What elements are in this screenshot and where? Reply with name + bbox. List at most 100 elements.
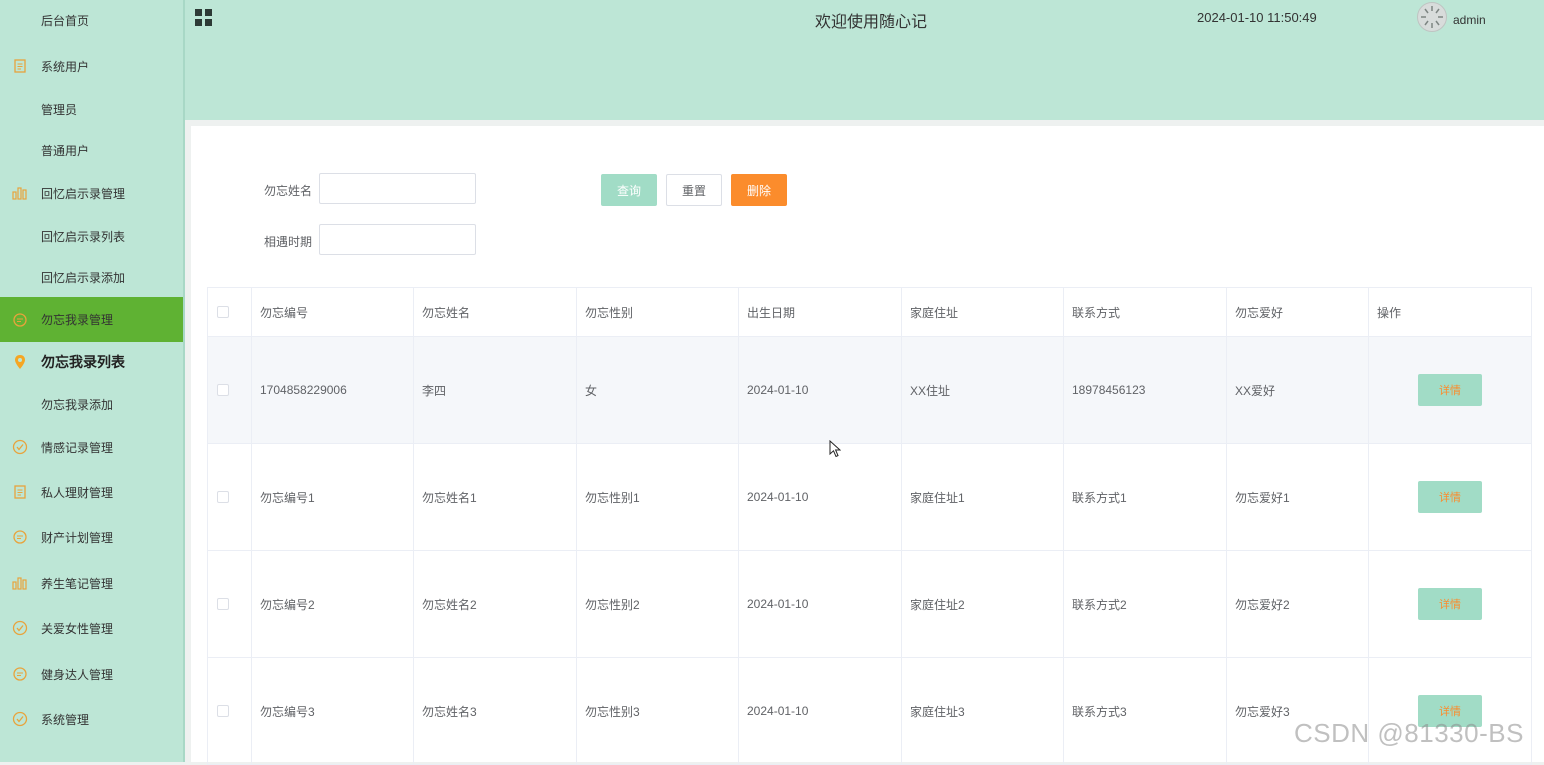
data-table: 勿忘编号 勿忘姓名 勿忘性别 出生日期 家庭住址 联系方式 勿忘爱好 操作 17… (207, 287, 1532, 765)
sidebar-item-system-management[interactable]: 系统管理 (0, 702, 183, 736)
name-search-input[interactable] (319, 173, 476, 204)
mouse-cursor-icon (829, 440, 841, 458)
table-cell: 1704858229006 (252, 337, 414, 443)
detail-button[interactable]: 详情 (1418, 588, 1482, 620)
sidebar-item-memory-management[interactable]: 回忆启示录管理 (0, 176, 183, 210)
row-checkbox[interactable] (217, 598, 229, 610)
main-panel: 勿忘姓名 相遇时期 查询 重置 删除 勿忘编号 勿忘姓名 勿忘性别 出生日期 家… (191, 126, 1544, 765)
name-label: 勿忘姓名 (264, 184, 313, 198)
table-cell: 18978456123 (1064, 337, 1227, 443)
sidebar-item-admins[interactable]: 管理员 (0, 92, 183, 126)
table-cell: 家庭住址2 (902, 551, 1064, 657)
table-cell: 联系方式1 (1064, 444, 1227, 550)
table-cell: 2024-01-10 (739, 337, 902, 443)
sidebar-item-home[interactable]: 后台首页 (0, 3, 183, 37)
sidebar-item-label: 管理员 (41, 102, 78, 117)
sidebar-item-label: 系统用户 (41, 59, 90, 74)
table-header-row: 勿忘编号 勿忘姓名 勿忘性别 出生日期 家庭住址 联系方式 勿忘爱好 操作 (208, 288, 1532, 337)
table-cell: 勿忘爱好1 (1227, 444, 1369, 550)
table-cell: 家庭住址3 (902, 658, 1064, 764)
sidebar-item-label: 回忆启示录添加 (41, 270, 126, 285)
table-cell: 勿忘性别3 (577, 658, 739, 764)
table-cell: 勿忘编号1 (252, 444, 414, 550)
sidebar-item-normal-users[interactable]: 普通用户 (0, 133, 183, 167)
column-header: 勿忘性别 (577, 288, 739, 336)
select-all-checkbox[interactable] (217, 306, 229, 318)
action-cell: 详情 (1369, 444, 1532, 550)
table-cell: 勿忘姓名1 (414, 444, 577, 550)
sidebar-item-label: 关爱女性管理 (41, 621, 114, 636)
column-header: 家庭住址 (902, 288, 1064, 336)
row-checkbox-cell (208, 551, 252, 657)
row-checkbox[interactable] (217, 705, 229, 717)
sidebar-item-fitness[interactable]: 健身达人管理 (0, 657, 183, 691)
sidebar-item-label: 勿忘我录添加 (41, 397, 114, 412)
document-icon (12, 484, 28, 500)
table-cell: 勿忘姓名3 (414, 658, 577, 764)
date-search-input[interactable] (319, 224, 476, 255)
table-cell: 联系方式3 (1064, 658, 1227, 764)
menu-grid-icon[interactable] (195, 9, 213, 27)
table-cell: 李四 (414, 337, 577, 443)
column-header: 出生日期 (739, 288, 902, 336)
sidebar-item-label: 回忆启示录管理 (41, 186, 126, 201)
row-checkbox-cell (208, 444, 252, 550)
detail-button[interactable]: 详情 (1418, 374, 1482, 406)
row-checkbox[interactable] (217, 384, 229, 396)
sidebar-item-personal-finance[interactable]: 私人理财管理 (0, 475, 183, 509)
table-cell: 2024-01-10 (739, 444, 902, 550)
check-circle-icon (12, 620, 28, 636)
sidebar-item-label: 财产计划管理 (41, 530, 114, 545)
sidebar-item-label: 后台首页 (41, 13, 90, 28)
sidebar-item-label: 勿忘我录列表 (41, 354, 125, 370)
top-header: 欢迎使用随心记 2024-01-10 11:50:49 admin (185, 0, 1544, 120)
bar-chart-icon (12, 575, 28, 591)
sidebar-item-emotion-records[interactable]: 情感记录管理 (0, 430, 183, 464)
sidebar-item-forget-me-not-management[interactable]: 勿忘我录管理 (0, 297, 183, 342)
table-cell: 女 (577, 337, 739, 443)
location-pin-icon (12, 354, 28, 370)
row-checkbox-cell (208, 337, 252, 443)
detail-button[interactable]: 详情 (1418, 481, 1482, 513)
column-header: 联系方式 (1064, 288, 1227, 336)
sidebar-item-label: 勿忘我录管理 (41, 313, 114, 327)
header-username[interactable]: admin (1453, 13, 1486, 27)
check-circle-icon (12, 439, 28, 455)
table-cell: 勿忘姓名2 (414, 551, 577, 657)
check-circle-icon (12, 711, 28, 727)
bar-chart-icon (12, 185, 28, 201)
avatar[interactable] (1417, 2, 1447, 32)
sidebar-item-health-notes[interactable]: 养生笔记管理 (0, 566, 183, 600)
header-checkbox-cell (208, 288, 252, 336)
chat-icon (12, 312, 28, 328)
row-checkbox[interactable] (217, 491, 229, 503)
sidebar-item-system-users[interactable]: 系统用户 (0, 49, 183, 83)
sidebar-item-property-plan[interactable]: 财产计划管理 (0, 520, 183, 554)
chat-icon (12, 529, 28, 545)
row-checkbox-cell (208, 658, 252, 764)
document-icon (12, 58, 28, 74)
table-cell: 勿忘编号3 (252, 658, 414, 764)
sidebar-item-forget-me-not-list[interactable]: 勿忘我录列表 (0, 345, 183, 379)
sidebar-item-forget-me-not-add[interactable]: 勿忘我录添加 (0, 387, 183, 421)
sidebar-item-label: 普通用户 (41, 143, 90, 158)
sidebar-item-memory-add[interactable]: 回忆启示录添加 (0, 260, 183, 294)
sidebar-item-women-care[interactable]: 关爱女性管理 (0, 611, 183, 645)
date-label: 相遇时期 (264, 235, 313, 249)
table-cell: 勿忘编号2 (252, 551, 414, 657)
reset-button[interactable]: 重置 (666, 174, 722, 206)
table-cell: 家庭住址1 (902, 444, 1064, 550)
table-row: 勿忘编号1 勿忘姓名1 勿忘性别1 2024-01-10 家庭住址1 联系方式1… (208, 444, 1532, 551)
sidebar-item-label: 私人理财管理 (41, 485, 114, 500)
chat-icon (12, 666, 28, 682)
watermark: CSDN @81330-BS (1294, 718, 1524, 748)
delete-button[interactable]: 删除 (731, 174, 787, 206)
action-cell: 详情 (1369, 337, 1532, 443)
sidebar-item-label: 系统管理 (41, 712, 90, 727)
table-row: 1704858229006 李四 女 2024-01-10 XX住址 18978… (208, 337, 1532, 444)
sidebar-item-memory-list[interactable]: 回忆启示录列表 (0, 219, 183, 253)
table-cell: 联系方式2 (1064, 551, 1227, 657)
table-cell: 2024-01-10 (739, 658, 902, 764)
header-datetime: 2024-01-10 11:50:49 (1197, 10, 1317, 25)
query-button[interactable]: 查询 (601, 174, 657, 206)
